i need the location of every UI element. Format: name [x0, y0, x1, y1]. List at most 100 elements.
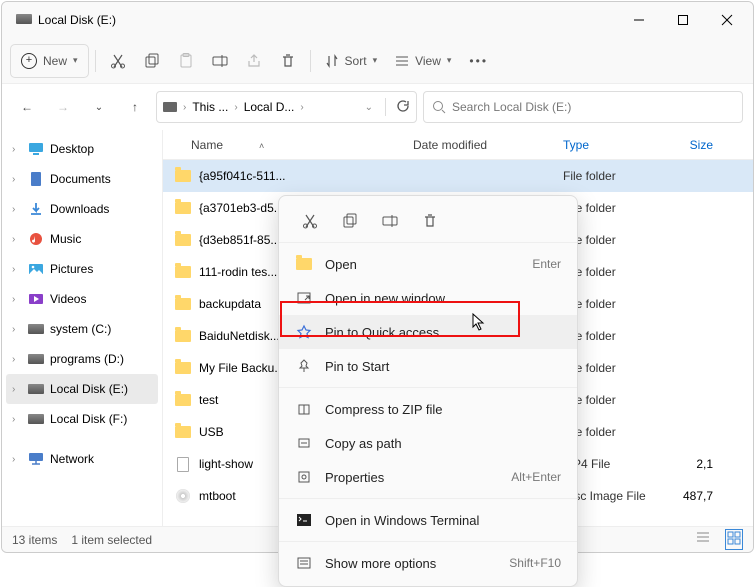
column-date[interactable]: Date modified	[413, 138, 563, 152]
folder-icon	[173, 170, 193, 182]
chevron-right-icon: ›	[181, 102, 188, 113]
ctx-pin-start[interactable]: Pin to Start	[279, 349, 577, 383]
sort-button[interactable]: Sort ▾	[317, 44, 386, 78]
file-type: File folder	[563, 265, 663, 279]
ctx-open[interactable]: OpenEnter	[279, 247, 577, 281]
sidebar-item-music[interactable]: ›Music	[2, 224, 162, 254]
chevron-down-icon: ▾	[373, 55, 378, 66]
search-placeholder: Search Local Disk (E:)	[452, 100, 571, 114]
copy-button[interactable]	[335, 206, 365, 236]
paste-button[interactable]	[170, 44, 202, 78]
ctx-pin-quick-access[interactable]: Pin to Quick access	[279, 315, 577, 349]
sidebar-item-drive-e[interactable]: ›Local Disk (E:)	[6, 374, 158, 404]
chevron-right-icon: ›	[298, 102, 305, 113]
folder-icon	[173, 394, 193, 406]
pin-icon	[295, 359, 313, 373]
ctx-show-more[interactable]: Show more optionsShift+F10	[279, 546, 577, 580]
ctx-properties[interactable]: PropertiesAlt+Enter	[279, 460, 577, 494]
column-size[interactable]: Size	[663, 138, 713, 152]
drive-icon	[28, 384, 44, 394]
sidebar-item-network[interactable]: ›Network	[2, 444, 162, 474]
thumbnails-view-icon[interactable]	[725, 529, 743, 550]
window-title: Local Disk (E:)	[38, 13, 116, 27]
column-type[interactable]: Type	[563, 138, 663, 152]
zip-icon	[295, 402, 313, 416]
file-type: Disc Image File	[563, 489, 663, 503]
sidebar-item-desktop[interactable]: ›Desktop	[2, 134, 162, 164]
recent-chevron-icon[interactable]: ⌄	[84, 92, 114, 122]
file-size: 487,7	[663, 489, 713, 503]
column-name[interactable]: Name˄	[173, 138, 413, 152]
sidebar-item-drive-d[interactable]: ›programs (D:)	[2, 344, 162, 374]
view-icon	[395, 54, 409, 68]
plus-icon: +	[21, 53, 37, 69]
cut-button[interactable]	[295, 206, 325, 236]
ctx-open-new-window[interactable]: Open in new window	[279, 281, 577, 315]
rename-button[interactable]	[204, 44, 236, 78]
file-type: File folder	[563, 233, 663, 247]
window-icon	[295, 291, 313, 305]
back-button[interactable]: ←	[12, 92, 42, 122]
file-type: File folder	[563, 201, 663, 215]
view-button[interactable]: View ▾	[387, 44, 459, 78]
minimize-button[interactable]	[617, 5, 661, 35]
delete-button[interactable]	[272, 44, 304, 78]
sidebar-item-downloads[interactable]: ›Downloads	[2, 194, 162, 224]
file-row[interactable]: {a95f041c-511...File folder	[163, 160, 753, 192]
details-view-icon[interactable]	[695, 530, 711, 549]
status-selection: 1 item selected	[71, 533, 152, 547]
terminal-icon	[295, 514, 313, 526]
rename-button[interactable]	[375, 206, 405, 236]
breadcrumb-seg[interactable]: Local D...	[244, 100, 295, 114]
cursor-icon	[472, 313, 486, 334]
file-type: File folder	[563, 361, 663, 375]
drive-icon	[163, 102, 177, 112]
chevron-down-icon: ▾	[447, 55, 452, 66]
new-label: New	[43, 54, 67, 68]
close-button[interactable]	[705, 5, 749, 35]
up-button[interactable]: ↑	[120, 92, 150, 122]
disc-icon	[173, 489, 193, 503]
sidebar-item-pictures[interactable]: ›Pictures	[2, 254, 162, 284]
folder-icon	[173, 202, 193, 214]
sidebar-item-documents[interactable]: ›Documents	[2, 164, 162, 194]
ctx-open-terminal[interactable]: Open in Windows Terminal	[279, 503, 577, 537]
file-type: File folder	[563, 425, 663, 439]
sidebar-item-drive-c[interactable]: ›system (C:)	[2, 314, 162, 344]
folder-icon	[173, 234, 193, 246]
ctx-compress-zip[interactable]: Compress to ZIP file	[279, 392, 577, 426]
maximize-button[interactable]	[661, 5, 705, 35]
refresh-button[interactable]	[396, 99, 410, 116]
breadcrumb[interactable]: › This ... › Local D... › ⌄	[156, 91, 417, 123]
navbar: ← → ⌄ ↑ › This ... › Local D... › ⌄ Sear…	[2, 84, 753, 130]
share-button[interactable]	[238, 44, 270, 78]
more-button[interactable]: •••	[461, 44, 496, 78]
cut-button[interactable]	[102, 44, 134, 78]
ctx-copy-path[interactable]: Copy as path	[279, 426, 577, 460]
breadcrumb-seg[interactable]: This ...	[192, 100, 228, 114]
file-type: File folder	[563, 329, 663, 343]
more-icon	[295, 556, 313, 570]
file-size: 2,1	[663, 457, 713, 471]
mp4-icon	[173, 457, 193, 472]
sort-ascending-icon: ˄	[259, 141, 264, 151]
folder-icon	[173, 426, 193, 438]
drive-icon	[16, 13, 32, 27]
sidebar-item-drive-f[interactable]: ›Local Disk (F:)	[2, 404, 162, 434]
copy-button[interactable]	[136, 44, 168, 78]
sidebar: ›Desktop ›Documents ›Downloads ›Music ›P…	[2, 130, 162, 526]
titlebar: Local Disk (E:)	[2, 2, 753, 38]
new-button[interactable]: + New ▾	[10, 44, 89, 78]
search-input[interactable]: Search Local Disk (E:)	[423, 91, 743, 123]
folder-icon	[173, 298, 193, 310]
column-headers[interactable]: Name˄ Date modified Type Size	[163, 130, 753, 160]
forward-button[interactable]: →	[48, 92, 78, 122]
file-type: File folder	[563, 169, 663, 183]
file-type: MP4 File	[563, 457, 663, 471]
delete-button[interactable]	[415, 206, 445, 236]
file-type: File folder	[563, 393, 663, 407]
status-count: 13 items	[12, 533, 57, 547]
sidebar-item-videos[interactable]: ›Videos	[2, 284, 162, 314]
folder-icon	[173, 330, 193, 342]
chevron-down-icon[interactable]: ⌄	[363, 102, 375, 113]
